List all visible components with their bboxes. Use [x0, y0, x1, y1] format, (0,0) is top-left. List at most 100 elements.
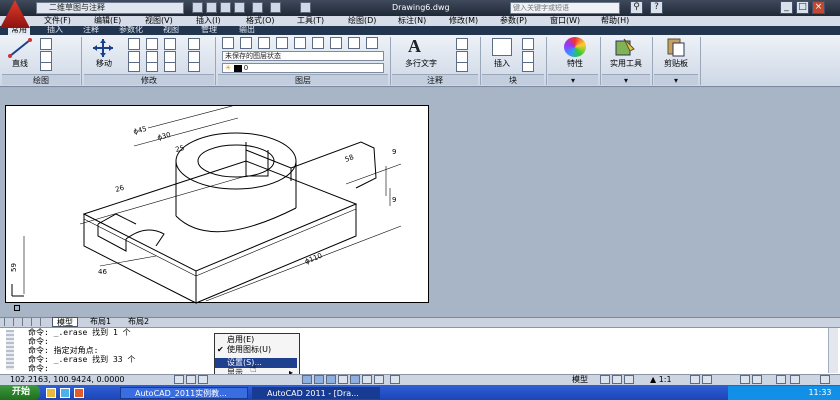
open-icon[interactable] — [206, 2, 217, 13]
coordinate-readout[interactable]: 102.2163, 100.9424, 0.0000 — [10, 375, 125, 385]
help-icon[interactable]: ? — [650, 1, 663, 14]
arc-icon[interactable] — [40, 62, 52, 71]
layer-icon[interactable] — [366, 37, 378, 49]
model-space-label[interactable]: 模型 — [572, 375, 588, 385]
tab-manage[interactable]: 管理 — [198, 25, 220, 35]
undo-icon[interactable] — [252, 2, 263, 13]
array-icon[interactable] — [164, 62, 176, 72]
menu-item-use-icons[interactable]: ✔ 使用图标(U) — [215, 345, 297, 355]
rotate-icon[interactable] — [128, 38, 140, 50]
layer-icon[interactable] — [276, 37, 288, 49]
search-input[interactable]: 键入关键字或短语 — [510, 2, 620, 14]
status-menu-icon[interactable] — [790, 375, 800, 384]
menu-parametric[interactable]: 参数(P) — [500, 16, 527, 26]
mtext-icon[interactable]: A — [408, 36, 421, 57]
annotation-scale[interactable]: ▲ 1:1 — [650, 375, 672, 385]
workspace-dropdown[interactable]: 二维草图与注释 — [36, 2, 184, 14]
menu-modify[interactable]: 修改(M) — [449, 16, 478, 26]
clipboard-button-label[interactable]: 剪贴板 — [656, 58, 696, 69]
explode-icon[interactable] — [188, 38, 200, 50]
quick-launch-icon[interactable] — [74, 388, 84, 398]
layer-properties-icon[interactable] — [222, 37, 234, 49]
properties-button-label[interactable]: 特性 — [556, 58, 594, 69]
layer-state-dropdown[interactable]: 未保存的图层状态 — [222, 51, 384, 61]
tab-view[interactable]: 视图 — [160, 25, 182, 35]
clipboard-icon[interactable] — [666, 37, 686, 57]
menu-tools[interactable]: 工具(T) — [297, 16, 324, 26]
tab-parametric[interactable]: 参数化 — [116, 25, 146, 35]
otrack-icon[interactable] — [326, 375, 336, 384]
autoscale-icon[interactable] — [702, 375, 712, 384]
taskbar-item[interactable]: AutoCAD_2011实例教... — [120, 387, 248, 399]
block-attribute-icon[interactable] — [522, 62, 534, 72]
maximize-button[interactable]: □ — [796, 1, 809, 14]
current-layer-dropdown[interactable]: ☀ 0 — [222, 63, 384, 73]
menu-help[interactable]: 帮助(H) — [601, 16, 629, 26]
tab-layout2[interactable]: 布局2 — [124, 317, 153, 327]
command-prompt[interactable]: 命令: — [28, 364, 49, 374]
new-icon[interactable] — [192, 2, 203, 13]
search-icon[interactable]: ⚲ — [630, 1, 643, 14]
move-button-label[interactable]: 移动 — [88, 58, 120, 69]
move-icon[interactable] — [92, 38, 114, 58]
save-as-icon[interactable] — [234, 2, 245, 13]
menu-window[interactable]: 窗口(W) — [550, 16, 580, 26]
create-block-icon[interactable] — [522, 38, 534, 50]
line-icon[interactable] — [8, 38, 32, 58]
polar-icon[interactable] — [302, 375, 312, 384]
tab-annotate[interactable]: 注释 — [80, 25, 102, 35]
redo-icon[interactable] — [270, 2, 281, 13]
command-scrollbar[interactable] — [828, 328, 838, 373]
menu-item-enable[interactable]: 启用(E) — [215, 335, 297, 345]
plot-icon[interactable] — [300, 2, 311, 13]
insert-block-icon[interactable] — [492, 38, 512, 56]
menu-draw[interactable]: 绘图(D) — [348, 16, 376, 26]
qp-icon[interactable] — [374, 375, 384, 384]
grid-icon[interactable] — [186, 375, 196, 384]
mtext-button-label[interactable]: 多行文字 — [398, 58, 444, 69]
workspace-switch-icon[interactable] — [740, 375, 750, 384]
ducs-icon[interactable] — [338, 375, 348, 384]
osnap-icon[interactable] — [314, 375, 324, 384]
dyn-icon[interactable] — [350, 375, 360, 384]
annotation-visibility-icon[interactable] — [690, 375, 700, 384]
snap-icon[interactable] — [174, 375, 184, 384]
system-tray[interactable] — [728, 386, 800, 400]
tab-layout1[interactable]: 布局1 — [86, 317, 115, 327]
quick-launch-icon[interactable] — [46, 388, 56, 398]
layer-icon[interactable] — [294, 37, 306, 49]
layer-icon[interactable] — [348, 37, 360, 49]
drawing-sheet[interactable]: ϕ45 ϕ30 25 26 58 9 9 ϕ110 46 59 — [5, 105, 429, 304]
tab-model[interactable]: 模型 — [52, 317, 78, 327]
line-button-label[interactable]: 直线 — [4, 58, 36, 69]
insert-button-label[interactable]: 插入 — [486, 58, 518, 69]
tab-navigation-icons[interactable] — [4, 318, 48, 326]
clean-screen-icon[interactable] — [820, 375, 830, 384]
start-button[interactable]: 开始 — [0, 385, 40, 400]
minimize-button[interactable]: _ — [780, 1, 793, 14]
menu-dimension[interactable]: 标注(N) — [398, 16, 426, 26]
lock-icon[interactable] — [752, 375, 762, 384]
selection-cycling-icon[interactable] — [390, 375, 400, 384]
taskbar-item-active[interactable]: AutoCAD 2011 - [Dra... — [252, 387, 380, 399]
lineweight-icon[interactable] — [362, 375, 372, 384]
close-button[interactable]: × — [812, 1, 825, 14]
polyline-icon[interactable] — [40, 38, 52, 50]
dimension-icon[interactable] — [456, 38, 468, 50]
layer-icon[interactable] — [240, 37, 252, 49]
zoom-icon[interactable] — [624, 375, 634, 384]
properties-icon[interactable] — [564, 37, 586, 57]
layer-icon[interactable] — [258, 37, 270, 49]
layer-icon[interactable] — [312, 37, 324, 49]
quick-launch-icon[interactable] — [60, 388, 70, 398]
trim-icon[interactable] — [146, 38, 158, 50]
ortho-icon[interactable] — [198, 375, 208, 384]
utilities-icon[interactable] — [614, 37, 636, 57]
stretch-icon[interactable] — [128, 62, 140, 72]
table-icon[interactable] — [456, 62, 468, 72]
tab-output[interactable]: 输出 — [236, 25, 258, 35]
layer-icon[interactable] — [330, 37, 342, 49]
isolate-objects-icon[interactable] — [776, 375, 786, 384]
pan-icon[interactable] — [612, 375, 622, 384]
layout-view-icon[interactable] — [600, 375, 610, 384]
